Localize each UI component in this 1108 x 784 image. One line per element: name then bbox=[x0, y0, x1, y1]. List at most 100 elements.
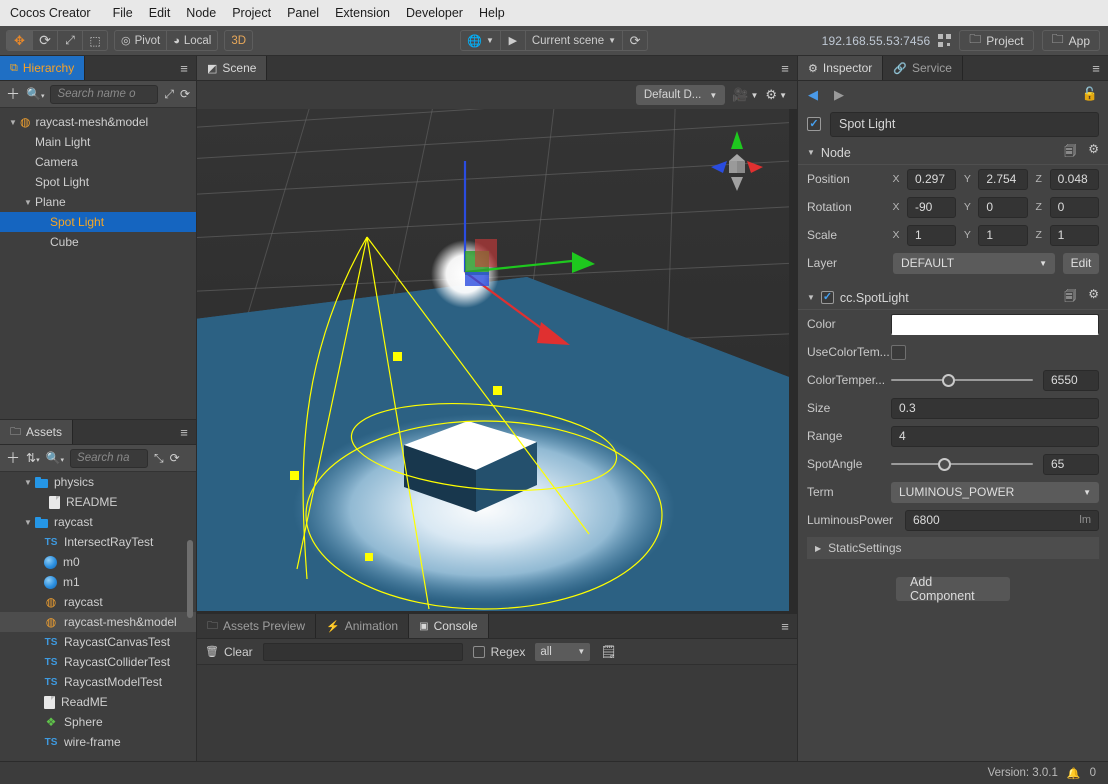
tab-animation[interactable]: ⚡ Animation bbox=[316, 614, 410, 638]
nav-back-icon[interactable]: ◀ bbox=[808, 88, 818, 101]
asset-item-raycast-mesh-model[interactable]: ◍ raycast-mesh&model bbox=[0, 612, 196, 632]
search-filter-icon[interactable]: 🔍▾ bbox=[46, 452, 64, 464]
rotate-tool-button[interactable]: ⟳ bbox=[32, 31, 57, 50]
hierarchy-node-spot-light-child[interactable]: Spot Light bbox=[0, 212, 196, 232]
coordinate-toggle-button[interactable]: ◕ Local bbox=[166, 31, 217, 50]
open-app-button[interactable]: 🗀 App bbox=[1041, 30, 1100, 51]
hierarchy-node-main-light[interactable]: Main Light bbox=[0, 132, 196, 152]
node-enabled-checkbox[interactable] bbox=[807, 117, 821, 131]
console-filter-input[interactable] bbox=[262, 642, 463, 661]
assets-tree[interactable]: ▼ physics README ▼ raycast TS IntersectR… bbox=[0, 472, 196, 761]
asset-item-m0[interactable]: m0 bbox=[0, 552, 196, 572]
inspector-menu-button[interactable]: ≡ bbox=[1084, 56, 1108, 80]
asset-item-readme-physics[interactable]: README bbox=[0, 492, 196, 512]
camera-settings-button[interactable]: 🎥 ▼ bbox=[732, 87, 758, 103]
export-log-icon[interactable]: 🗒 bbox=[600, 644, 617, 660]
play-button[interactable]: ▶ bbox=[499, 31, 525, 50]
menu-item-node[interactable]: Node bbox=[178, 3, 224, 23]
tab-inspector[interactable]: ⚙ Inspector bbox=[798, 56, 884, 80]
hierarchy-node-spot-light[interactable]: Spot Light bbox=[0, 172, 196, 192]
asset-item-wire-frame[interactable]: TS wire-frame bbox=[0, 732, 196, 752]
menu-item-help[interactable]: Help bbox=[471, 3, 513, 23]
asset-item-sphere[interactable]: ❖ Sphere bbox=[0, 712, 196, 732]
add-component-button[interactable]: Add Component bbox=[896, 575, 1010, 603]
refresh-preview-button[interactable]: ⟳ bbox=[622, 31, 647, 50]
chevron-down-icon[interactable]: ▼ bbox=[21, 518, 35, 527]
pivot-toggle-button[interactable]: ◎ Pivot bbox=[115, 31, 166, 50]
hierarchy-search-input[interactable]: Search name o bbox=[50, 84, 159, 104]
tab-console[interactable]: ▣ Console bbox=[409, 614, 489, 638]
asset-item-raycastcollidertest[interactable]: TS RaycastColliderTest bbox=[0, 652, 196, 672]
spot-angle-slider[interactable] bbox=[891, 454, 1033, 475]
copy-icon[interactable]: 🗐 bbox=[1064, 287, 1076, 308]
gear-icon[interactable]: ⚙ bbox=[1088, 142, 1099, 163]
move-tool-button[interactable]: ✥ bbox=[7, 31, 32, 50]
asset-item-intersectraytest[interactable]: TS IntersectRayTest bbox=[0, 532, 196, 552]
chevron-down-icon[interactable]: ▼ bbox=[807, 293, 815, 302]
notification-bell-icon[interactable]: 🔔 bbox=[1067, 767, 1081, 780]
menu-item-panel[interactable]: Panel bbox=[279, 3, 327, 23]
hierarchy-node-raycast-mesh-model[interactable]: ▼ ◍ raycast-mesh&model bbox=[0, 112, 196, 132]
menu-item-edit[interactable]: Edit bbox=[141, 3, 179, 23]
menu-item-extension[interactable]: Extension bbox=[327, 3, 398, 23]
tab-hierarchy[interactable]: ⧉ Hierarchy bbox=[0, 56, 86, 80]
collapse-all-icon[interactable]: ⤡ bbox=[154, 452, 164, 464]
position-y-input[interactable]: 2.754 bbox=[978, 168, 1028, 190]
asset-item-m1[interactable]: m1 bbox=[0, 572, 196, 592]
position-x-input[interactable]: 0.297 bbox=[907, 168, 957, 190]
luminous-power-input[interactable]: 6800 lm bbox=[905, 509, 1099, 531]
hierarchy-node-camera[interactable]: Camera bbox=[0, 152, 196, 172]
position-z-input[interactable]: 0.048 bbox=[1049, 168, 1099, 190]
hierarchy-node-plane[interactable]: ▼ Plane bbox=[0, 192, 196, 212]
term-selector[interactable]: LUMINOUS_POWER ▼ bbox=[891, 481, 1099, 503]
scene-menu-button[interactable]: ≡ bbox=[773, 56, 797, 80]
layer-edit-button[interactable]: Edit bbox=[1063, 252, 1099, 274]
asset-item-physics[interactable]: ▼ physics bbox=[0, 472, 196, 492]
asset-item-raycastcanvastest[interactable]: TS RaycastCanvasTest bbox=[0, 632, 196, 652]
scene-gear-button[interactable]: ⚙ ▼ bbox=[765, 87, 787, 103]
scale-y-input[interactable]: 1 bbox=[978, 224, 1028, 246]
size-input[interactable]: 0.3 bbox=[891, 397, 1099, 419]
rect-tool-button[interactable]: ⬚ bbox=[82, 31, 107, 50]
node-section-header[interactable]: ▼ Node 🗐 ⚙ bbox=[798, 141, 1108, 165]
spot-angle-input[interactable]: 65 bbox=[1043, 453, 1099, 475]
rotation-z-input[interactable]: 0 bbox=[1049, 196, 1099, 218]
console-menu-button[interactable]: ≡ bbox=[773, 614, 797, 638]
add-node-icon[interactable]: ＋ bbox=[6, 87, 20, 101]
component-enabled-checkbox[interactable] bbox=[820, 291, 834, 304]
asset-item-readme[interactable]: ReadME bbox=[0, 692, 196, 712]
qr-code-icon[interactable] bbox=[938, 34, 952, 47]
console-level-selector[interactable]: all ▼ bbox=[535, 642, 591, 661]
scene-selector-button[interactable]: Current scene ▼ bbox=[524, 31, 622, 50]
preview-device-button[interactable]: 🌐 ▼ bbox=[461, 31, 500, 50]
asset-item-raycast-scene[interactable]: ◍ raycast bbox=[0, 592, 196, 612]
menu-item-project[interactable]: Project bbox=[224, 3, 279, 23]
node-name-input[interactable]: Spot Light bbox=[830, 111, 1099, 137]
assets-search-input[interactable]: Search na bbox=[70, 448, 149, 468]
sort-icon[interactable]: ⇅▾ bbox=[26, 452, 40, 464]
menu-item-cocos-creator[interactable]: Cocos Creator bbox=[6, 3, 105, 23]
spotlight-component-header[interactable]: ▼ cc.SpotLight 🗐 ⚙ bbox=[798, 286, 1108, 310]
color-temperature-input[interactable]: 6550 bbox=[1043, 369, 1099, 391]
tab-assets[interactable]: 🗀 Assets bbox=[0, 420, 74, 444]
static-settings-section[interactable]: ▶ StaticSettings bbox=[807, 537, 1099, 559]
copy-icon[interactable]: 🗐 bbox=[1064, 142, 1076, 163]
chevron-down-icon[interactable]: ▼ bbox=[21, 478, 35, 487]
rotation-y-input[interactable]: 0 bbox=[978, 196, 1028, 218]
rotation-x-input[interactable]: -90 bbox=[907, 196, 957, 218]
add-asset-icon[interactable]: ＋ bbox=[6, 451, 20, 465]
hierarchy-node-cube[interactable]: Cube bbox=[0, 232, 196, 252]
hierarchy-tree[interactable]: ▼ ◍ raycast-mesh&model Main Light Camera… bbox=[0, 108, 196, 419]
asset-item-raycastmodeltest[interactable]: TS RaycastModelTest bbox=[0, 672, 196, 692]
expand-collapse-icon[interactable]: ⤢ bbox=[164, 88, 174, 100]
scene-viewport[interactable] bbox=[197, 109, 797, 613]
refresh-icon[interactable]: ⟳ bbox=[180, 88, 190, 100]
refresh-icon[interactable]: ⟳ bbox=[170, 452, 180, 464]
chevron-down-icon[interactable]: ▼ bbox=[6, 118, 20, 127]
tab-scene[interactable]: ◩ Scene bbox=[197, 56, 268, 80]
scale-x-input[interactable]: 1 bbox=[907, 224, 957, 246]
tab-assets-preview[interactable]: 🗀 Assets Preview bbox=[197, 614, 317, 638]
menu-item-file[interactable]: File bbox=[105, 3, 141, 23]
color-temperature-slider[interactable] bbox=[891, 370, 1033, 391]
assets-menu-button[interactable]: ≡ bbox=[172, 420, 196, 444]
